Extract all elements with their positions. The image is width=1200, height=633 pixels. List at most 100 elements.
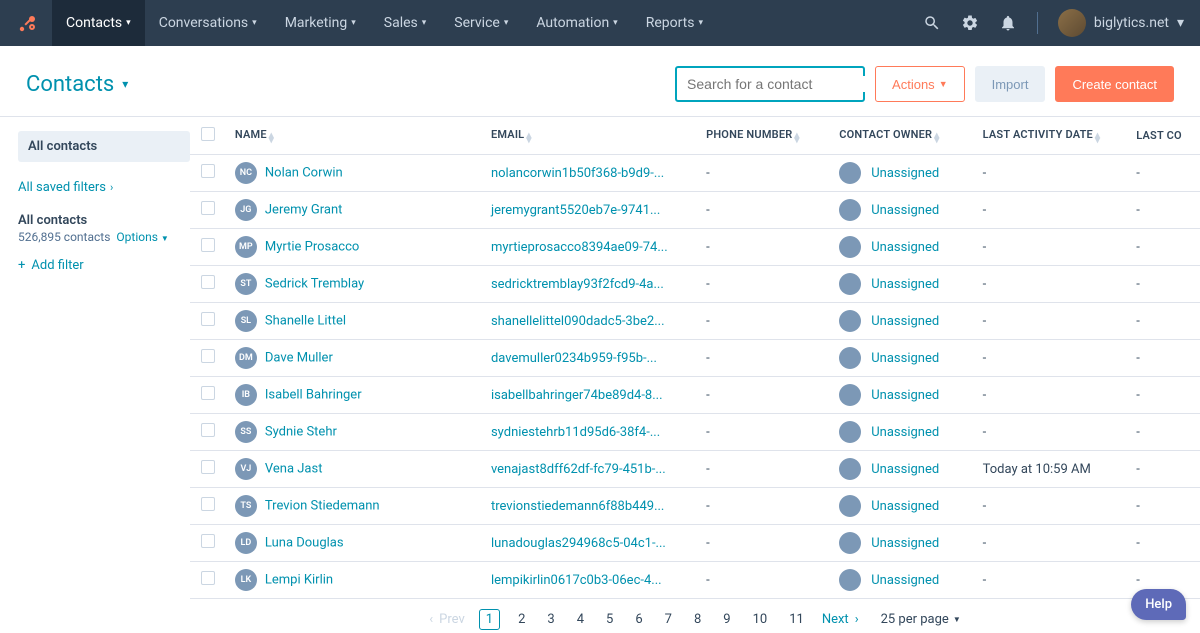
row-checkbox[interactable] xyxy=(201,460,215,474)
page-number[interactable]: 1 xyxy=(479,609,500,630)
page-number[interactable]: 4 xyxy=(573,610,588,629)
contact-email-link[interactable]: sedricktremblay93f2fcd9-4a... xyxy=(491,277,664,292)
col-lastc[interactable]: LAST CO xyxy=(1128,117,1200,155)
page-number[interactable]: 9 xyxy=(719,610,734,629)
owner-link[interactable]: Unassigned xyxy=(871,536,939,551)
phone-value: - xyxy=(706,425,710,440)
page-number[interactable]: 2 xyxy=(514,610,529,629)
prev-page[interactable]: ‹ Prev xyxy=(429,612,465,627)
contact-name-link[interactable]: Luna Douglas xyxy=(265,535,344,550)
gear-icon[interactable] xyxy=(961,14,979,32)
select-all-checkbox[interactable] xyxy=(201,127,215,141)
row-checkbox[interactable] xyxy=(201,312,215,326)
page-title-dropdown[interactable]: Contacts ▾ xyxy=(26,72,128,97)
contact-name-link[interactable]: Shanelle Littel xyxy=(265,313,346,328)
owner-link[interactable]: Unassigned xyxy=(871,499,939,514)
help-button[interactable]: Help xyxy=(1131,589,1186,620)
nav-item-marketing[interactable]: Marketing▾ xyxy=(271,0,370,46)
sort-icon: ▴▾ xyxy=(794,133,799,143)
owner-link[interactable]: Unassigned xyxy=(871,240,939,255)
contact-name-link[interactable]: Nolan Corwin xyxy=(265,165,343,180)
page-number[interactable]: 8 xyxy=(690,610,705,629)
contact-name-link[interactable]: Trevion Stiedemann xyxy=(265,498,380,513)
import-button[interactable]: Import xyxy=(975,66,1046,102)
owner-link[interactable]: Unassigned xyxy=(871,203,939,218)
contact-email-link[interactable]: lempikirlin0617c0b3-06ec-4... xyxy=(491,573,662,588)
row-checkbox[interactable] xyxy=(201,201,215,215)
contact-email-link[interactable]: sydniestehrb11d95d6-38f4-... xyxy=(491,425,660,440)
row-checkbox[interactable] xyxy=(201,386,215,400)
contact-name-link[interactable]: Sydnie Stehr xyxy=(265,424,337,439)
contact-email-link[interactable]: davemuller0234b959-f95b-... xyxy=(491,351,657,366)
page-number[interactable]: 3 xyxy=(543,610,558,629)
col-phone[interactable]: PHONE NUMBER▴▾ xyxy=(698,117,831,155)
actions-button[interactable]: Actions ▼ xyxy=(875,66,965,102)
row-checkbox[interactable] xyxy=(201,164,215,178)
contact-search[interactable] xyxy=(675,66,865,102)
nav-item-service[interactable]: Service▾ xyxy=(440,0,522,46)
row-checkbox[interactable] xyxy=(201,571,215,585)
contact-email-link[interactable]: isabellbahringer74be89d4-8... xyxy=(491,388,663,403)
sidebar-all-contacts[interactable]: All contacts xyxy=(18,131,190,162)
page-number[interactable]: 10 xyxy=(749,610,772,629)
contact-name-link[interactable]: Vena Jast xyxy=(265,461,323,476)
owner-link[interactable]: Unassigned xyxy=(871,166,939,181)
lastc-value: - xyxy=(1136,425,1140,440)
search-input[interactable] xyxy=(687,76,868,92)
nav-item-contacts[interactable]: Contacts▾ xyxy=(52,0,145,46)
row-checkbox[interactable] xyxy=(201,423,215,437)
owner-link[interactable]: Unassigned xyxy=(871,314,939,329)
col-email[interactable]: EMAIL▴▾ xyxy=(483,117,698,155)
nav-item-reports[interactable]: Reports▾ xyxy=(632,0,717,46)
contact-name-link[interactable]: Jeremy Grant xyxy=(265,202,343,217)
contact-initials: LD xyxy=(235,532,257,554)
contact-name-link[interactable]: Lempi Kirlin xyxy=(265,572,333,587)
contact-name-link[interactable]: Isabell Bahringer xyxy=(265,387,362,402)
row-checkbox[interactable] xyxy=(201,349,215,363)
contact-email-link[interactable]: shanellelittel090dadc5-3be2... xyxy=(491,314,665,329)
owner-link[interactable]: Unassigned xyxy=(871,462,939,477)
page-number[interactable]: 11 xyxy=(785,610,808,629)
contact-email-link[interactable]: jeremygrant5520eb7e-9741... xyxy=(491,203,660,218)
row-checkbox[interactable] xyxy=(201,275,215,289)
page-number[interactable]: 6 xyxy=(631,610,646,629)
contact-email-link[interactable]: lunadouglas294968c5-04c1-... xyxy=(491,536,666,551)
col-owner[interactable]: CONTACT OWNER▴▾ xyxy=(831,117,974,155)
owner-link[interactable]: Unassigned xyxy=(871,388,939,403)
contact-name-link[interactable]: Sedrick Tremblay xyxy=(265,276,364,291)
page-number[interactable]: 7 xyxy=(661,610,676,629)
row-checkbox[interactable] xyxy=(201,497,215,511)
bell-icon[interactable] xyxy=(999,14,1017,32)
contact-email-link[interactable]: venajast8dff62df-fc79-451b-... xyxy=(491,462,666,477)
owner-avatar xyxy=(839,384,861,406)
owner-link[interactable]: Unassigned xyxy=(871,425,939,440)
col-activity[interactable]: LAST ACTIVITY DATE▴▾ xyxy=(975,117,1129,155)
contact-email-link[interactable]: nolancorwin1b50f368-b9d9-... xyxy=(491,166,664,181)
nav-item-sales[interactable]: Sales▾ xyxy=(370,0,441,46)
lastc-value: - xyxy=(1136,240,1140,255)
sidebar-saved-filters[interactable]: All saved filters › xyxy=(18,176,190,199)
col-name[interactable]: NAME▴▾ xyxy=(227,117,483,155)
view-options[interactable]: Options ▼ xyxy=(116,230,168,244)
owner-link[interactable]: Unassigned xyxy=(871,351,939,366)
owner-link[interactable]: Unassigned xyxy=(871,573,939,588)
contact-name-link[interactable]: Dave Muller xyxy=(265,350,333,365)
phone-value: - xyxy=(706,388,710,403)
create-contact-button[interactable]: Create contact xyxy=(1055,66,1174,102)
next-page[interactable]: Next › xyxy=(822,612,859,627)
search-icon[interactable] xyxy=(923,14,941,32)
account-menu[interactable]: biglytics.net ▾ xyxy=(1058,9,1184,37)
page-number[interactable]: 5 xyxy=(602,610,617,629)
owner-link[interactable]: Unassigned xyxy=(871,277,939,292)
per-page-select[interactable]: 25 per page ▼ xyxy=(881,612,961,627)
row-checkbox[interactable] xyxy=(201,238,215,252)
contact-email-link[interactable]: trevionstiedemann6f88b449... xyxy=(491,499,664,514)
row-checkbox[interactable] xyxy=(201,534,215,548)
contact-initials: SS xyxy=(235,421,257,443)
contact-name-link[interactable]: Myrtie Prosacco xyxy=(265,239,359,254)
contact-email-link[interactable]: myrtieprosacco8394ae09-74... xyxy=(491,240,668,255)
add-filter-button[interactable]: + Add filter xyxy=(18,258,190,273)
hubspot-logo-icon[interactable] xyxy=(16,11,40,35)
nav-item-automation[interactable]: Automation▾ xyxy=(522,0,631,46)
nav-item-conversations[interactable]: Conversations▾ xyxy=(145,0,271,46)
